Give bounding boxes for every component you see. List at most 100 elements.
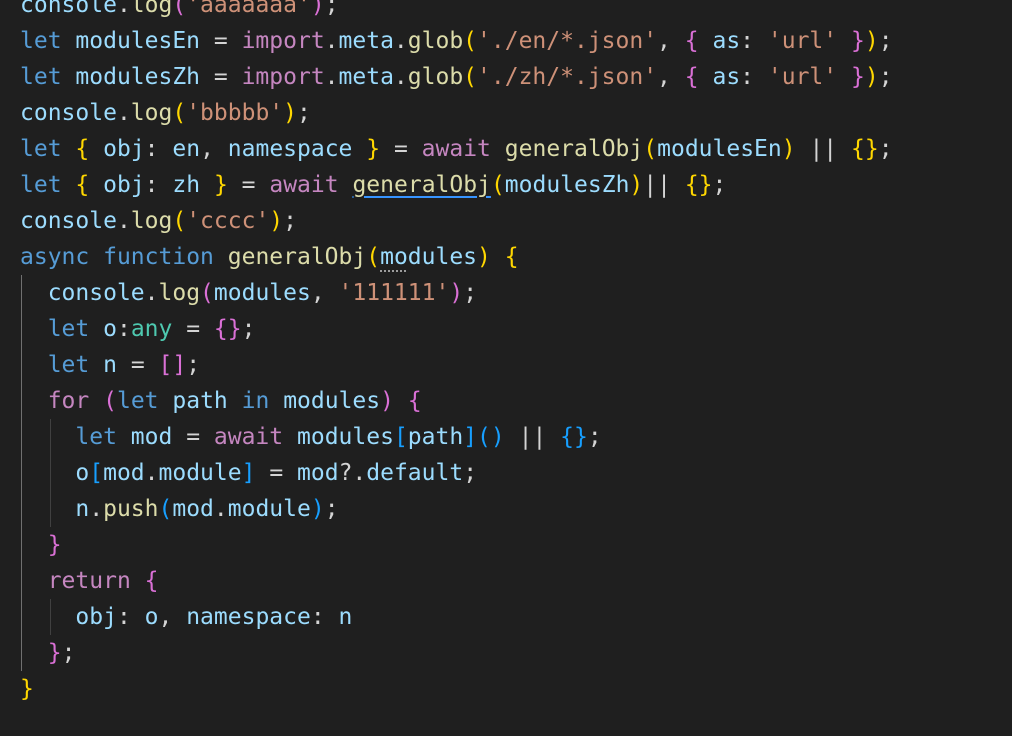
code-token: . (116, 208, 131, 234)
code-line[interactable]: obj: o, namespace: n (20, 599, 893, 635)
code-line[interactable]: console.log('bbbbb'); (20, 95, 893, 131)
code-token: modules (213, 280, 311, 306)
code-token: { (684, 28, 699, 54)
code-token: {} (213, 316, 242, 342)
code-token: modulesZh (504, 172, 630, 198)
code-token: ; (186, 352, 201, 378)
code-line[interactable]: let modulesEn = import.meta.glob('./en/*… (20, 23, 893, 59)
code-token: : (116, 316, 131, 342)
code-token: console (47, 280, 145, 306)
code-line[interactable]: let o:any = {}; (20, 311, 893, 347)
code-token: . (89, 496, 104, 522)
code-token: [ (89, 460, 104, 486)
code-line[interactable]: console.log('aaaaaaa'); (20, 0, 893, 23)
code-line[interactable]: for (let path in modules) { (20, 383, 893, 419)
code-token: ; (61, 640, 76, 666)
code-token: ( (158, 496, 173, 522)
code-token: {} (851, 136, 879, 162)
code-token: = (227, 172, 270, 198)
code-line[interactable]: } (20, 527, 893, 563)
code-line[interactable]: async function generalObj(modules) { (20, 239, 893, 275)
code-token: ) (449, 280, 464, 306)
code-token: o (144, 604, 159, 630)
code-token: path (172, 388, 228, 414)
code-token: default (366, 460, 464, 486)
code-token: console (20, 208, 117, 234)
code-token: . (116, 100, 131, 126)
code-area[interactable]: console.log('aaaaaaa'); let modulesEn = i… (20, 0, 893, 707)
code-token: . (324, 64, 339, 90)
code-token: async (20, 244, 90, 270)
code-token: return (47, 568, 131, 594)
code-token: o (103, 316, 117, 342)
code-token: modules (283, 388, 381, 414)
code-token: generalObj (352, 172, 491, 198)
code-line[interactable]: let modulesZh = import.meta.glob('./zh/*… (20, 59, 893, 95)
code-editor[interactable]: console.log('aaaaaaa'); let modulesEn = i… (0, 0, 1012, 736)
code-token: mod (130, 424, 173, 450)
code-token: ; (587, 424, 602, 450)
code-line[interactable]: let mod = await modules[path]() || {}; (20, 419, 893, 455)
code-token: ) (864, 28, 879, 54)
code-line[interactable]: } (20, 671, 893, 707)
code-token: ; (241, 316, 256, 342)
code-token: log (130, 100, 173, 126)
code-token: : (740, 28, 768, 54)
code-token: ( (200, 280, 214, 306)
code-token: [] (158, 352, 187, 378)
indent-guide (21, 455, 22, 491)
code-line[interactable]: n.push(mod.module); (20, 491, 893, 527)
code-line[interactable]: console.log(modules, '111111'); (20, 275, 893, 311)
code-token: mo (380, 244, 408, 270)
code-token: {} (684, 172, 713, 198)
code-token: } (366, 136, 381, 162)
code-token: ; (463, 460, 478, 486)
code-token: || (504, 424, 561, 450)
code-token: modules (297, 424, 394, 450)
indent-guide (21, 347, 22, 383)
code-token: { (684, 64, 699, 90)
code-token: as (712, 64, 741, 90)
code-token: . (393, 28, 408, 54)
code-token: || (795, 136, 851, 162)
code-token: for (47, 388, 90, 414)
indent-guide (21, 599, 22, 635)
code-token: ; (878, 28, 893, 54)
code-token: './en/*.json' (477, 28, 658, 54)
code-line[interactable]: return { (20, 563, 893, 599)
code-token: meta (338, 64, 394, 90)
code-token: = (255, 460, 298, 486)
code-token: ; (324, 496, 339, 522)
code-line[interactable]: let n = []; (20, 347, 893, 383)
indent-guide (21, 563, 22, 599)
code-token: zh (172, 172, 201, 198)
code-line[interactable]: let { obj: zh } = await generalObj(modul… (20, 167, 893, 203)
code-token: ; (463, 280, 478, 306)
code-token: [ (393, 424, 408, 450)
code-line[interactable]: }; (20, 635, 893, 671)
code-token: } (850, 28, 865, 54)
code-token: 'url' (767, 64, 838, 90)
code-token: . (116, 0, 131, 18)
code-token: () (477, 424, 505, 450)
code-token: let (47, 316, 90, 342)
code-line[interactable]: console.log('cccc'); (20, 203, 893, 239)
code-token: mod (172, 496, 214, 522)
code-line[interactable]: let { obj: en, namespace } = await gener… (20, 131, 893, 167)
code-token: mod (103, 460, 145, 486)
code-token: module (158, 460, 242, 486)
code-token: ) (310, 0, 325, 18)
code-token: namespace (186, 604, 311, 630)
indent-guide (21, 383, 22, 419)
code-line[interactable]: o[mod.module] = mod?.default; (20, 455, 893, 491)
